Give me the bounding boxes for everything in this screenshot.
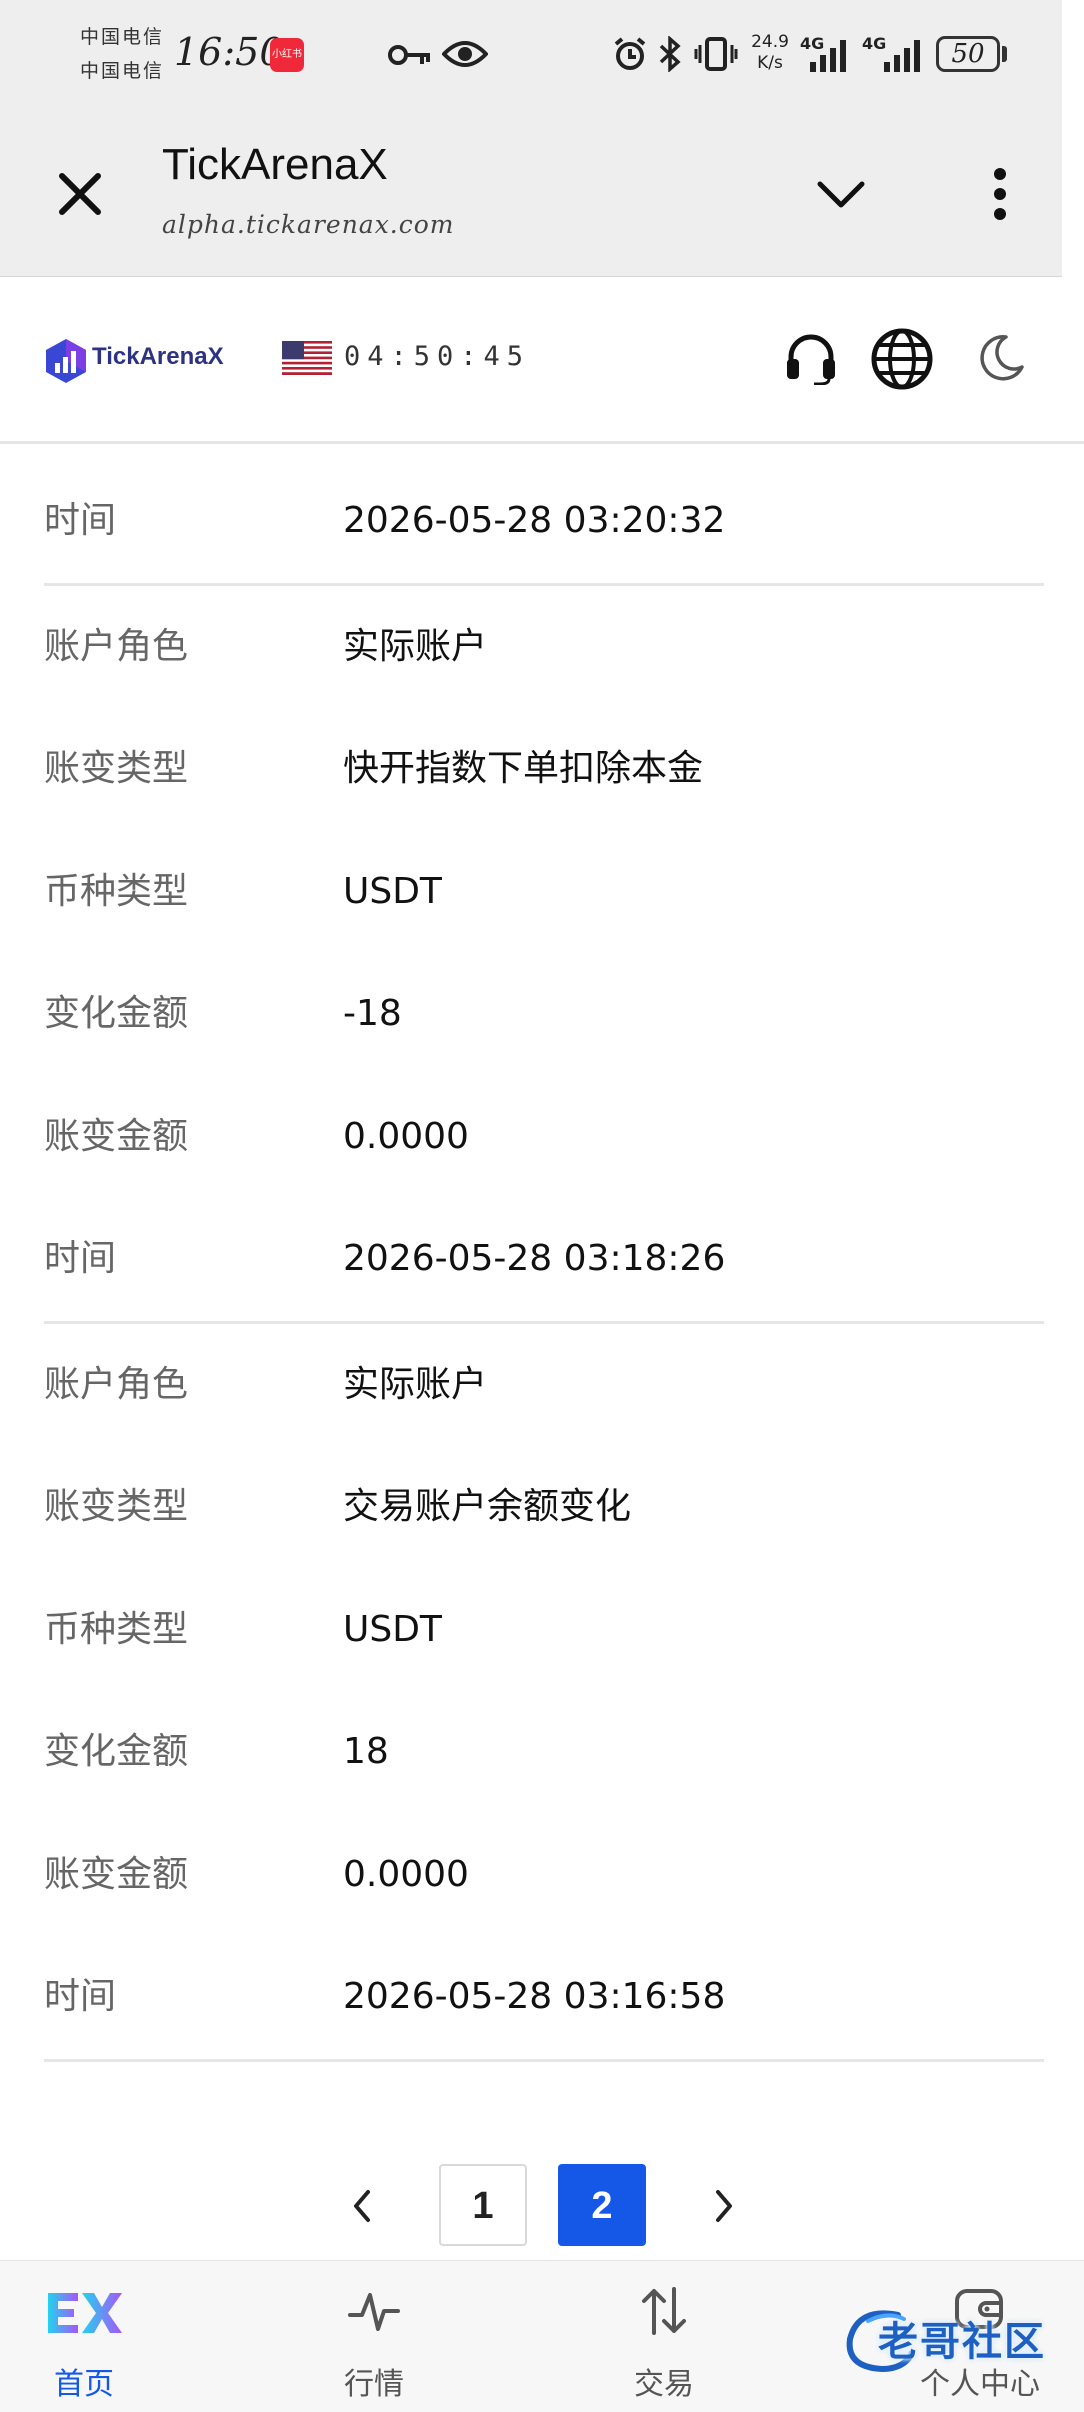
row-value: 实际账户 (343, 625, 488, 667)
record-group: 账户角色 实际账户 账变类型 快开指数下单扣除本金 币种类型 USDT 变化金额… (0, 586, 1084, 1324)
nav-item-trade[interactable]: 交易 (584, 2261, 744, 2412)
browser-url[interactable]: alpha.tickarenax.com (162, 210, 455, 239)
row-label: 账变类型 (44, 1486, 189, 1527)
record-row: 账户角色 实际账户 (0, 586, 1084, 709)
moon-theme-icon[interactable] (976, 333, 1026, 383)
record-row: 账变类型 快开指数下单扣除本金 (0, 708, 1084, 831)
pulse-icon (348, 2293, 400, 2331)
nav-item-market[interactable]: 行情 (294, 2261, 454, 2412)
chevron-right-icon[interactable] (712, 2188, 736, 2224)
record-row: 币种类型 USDT (0, 1569, 1084, 1692)
eye-icon (442, 41, 488, 67)
pagination: 1 2 (0, 2164, 1084, 2250)
record-row: 账变类型 交易账户余额变化 (0, 1446, 1084, 1569)
row-value: 快开指数下单扣除本金 (343, 748, 704, 789)
close-icon[interactable] (56, 170, 104, 218)
headset-support-icon[interactable] (784, 333, 838, 385)
row-value: -18 (343, 993, 402, 1034)
row-value: 0.0000 (343, 1115, 469, 1157)
swap-arrows-icon (642, 2287, 686, 2335)
status-time: 16:50 (174, 30, 284, 74)
chevron-left-icon[interactable] (350, 2188, 374, 2224)
chevron-down-icon[interactable] (816, 180, 866, 210)
nav-label: 交易 (634, 2367, 694, 2402)
row-value: 2026-05-28 03:20:32 (343, 500, 726, 541)
record-row: 时间 2026-05-28 03:18:26 (0, 1198, 1084, 1321)
record-row: 时间 2026-05-28 03:16:58 (0, 1936, 1084, 2059)
carrier-1: 中国电信 (80, 26, 165, 48)
row-value: 2026-05-28 03:18:26 (343, 1238, 726, 1279)
us-flag-icon[interactable] (282, 341, 332, 375)
row-value: 18 (343, 1731, 389, 1772)
nav-item-home[interactable]: 首页 (4, 2261, 164, 2412)
record-row: 账变金额 0.0000 (0, 1076, 1084, 1199)
page-button-1[interactable]: 1 (439, 2164, 527, 2246)
row-value: 实际账户 (343, 1363, 488, 1405)
signal-bars-2-icon (884, 40, 920, 72)
battery-tip (1002, 46, 1007, 62)
battery-indicator: 50 (936, 36, 1000, 72)
app-notification-badge: 小红书 (270, 38, 304, 72)
record-row: 变化金额 18 (0, 1691, 1084, 1814)
record-row: 变化金额 -18 (0, 953, 1084, 1076)
row-label: 账变类型 (44, 748, 189, 789)
row-label: 时间 (44, 1238, 117, 1279)
record-row: 时间 2026-05-28 03:20:32 (0, 460, 1084, 583)
row-label: 币种类型 (44, 1608, 189, 1650)
browser-toolbar: TickArenaX alpha.tickarenax.com (0, 120, 1062, 277)
network-speed-value: 24.9 (751, 32, 789, 52)
nav-label: 行情 (344, 2367, 404, 2402)
record-row: 币种类型 USDT (0, 831, 1084, 954)
row-label: 账变金额 (44, 1115, 189, 1157)
vibrate-icon (694, 37, 738, 71)
row-label: 变化金额 (44, 993, 189, 1034)
row-label: 账变金额 (44, 1853, 189, 1895)
record-row: 账变金额 0.0000 (0, 1814, 1084, 1937)
page-button-2-current[interactable]: 2 (558, 2164, 646, 2246)
status-bar: 中国电信 中国电信 16:50 小红书 24.9 K/s 4G 4G 50 (0, 0, 1062, 120)
row-value: USDT (343, 870, 442, 912)
alarm-icon (614, 37, 646, 70)
row-value: USDT (343, 1608, 442, 1650)
server-clock: 04:50:45 (344, 341, 531, 372)
app-root: 中国电信 中国电信 16:50 小红书 24.9 K/s 4G 4G 50 Ti… (0, 0, 1084, 2412)
record-divider (44, 2058, 1044, 2062)
row-value: 交易账户余额变化 (343, 1486, 632, 1527)
network-speed: 24.9 K/s (748, 32, 792, 74)
brand-logo-icon[interactable] (44, 337, 88, 385)
nav-label: 首页 (54, 2367, 114, 2402)
record-group: 时间 2026-05-28 03:20:32 (0, 460, 1084, 586)
row-label: 账户角色 (44, 625, 189, 667)
record-group: 账户角色 实际账户 账变类型 交易账户余额变化 币种类型 USDT 变化金额 1… (0, 1324, 1084, 2062)
key-icon (388, 45, 430, 65)
row-label: 币种类型 (44, 870, 189, 912)
record-row: 账户角色 实际账户 (0, 1324, 1084, 1447)
row-value: 2026-05-28 03:16:58 (343, 1976, 726, 2017)
row-label: 时间 (44, 1976, 117, 2017)
bluetooth-icon (659, 36, 681, 72)
ex-logo-icon (48, 2293, 122, 2333)
bottom-navigation: 首页 行情 交易 个人中心 老哥社区 (0, 2260, 1084, 2412)
signal-bars-1-icon (810, 40, 846, 72)
row-label: 时间 (44, 500, 117, 541)
account-records-list: 时间 2026-05-28 03:20:32 账户角色 实际账户 账变类型 快开… (0, 460, 1084, 2062)
row-label: 变化金额 (44, 1731, 189, 1772)
more-vertical-icon[interactable] (992, 168, 1008, 220)
globe-language-icon[interactable] (870, 327, 934, 391)
brand-name[interactable]: TickArenaX (92, 343, 224, 371)
row-label: 账户角色 (44, 1363, 189, 1405)
carrier-2: 中国电信 (80, 60, 165, 82)
site-header: TickArenaX 04:50:45 (0, 277, 1084, 444)
browser-page-title: TickArenaX (162, 140, 388, 189)
row-value: 0.0000 (343, 1853, 469, 1895)
watermark: 老哥社区 (838, 2301, 1074, 2381)
watermark-text: 老哥社区 (878, 2319, 1046, 2365)
network-speed-unit: K/s (757, 53, 783, 73)
